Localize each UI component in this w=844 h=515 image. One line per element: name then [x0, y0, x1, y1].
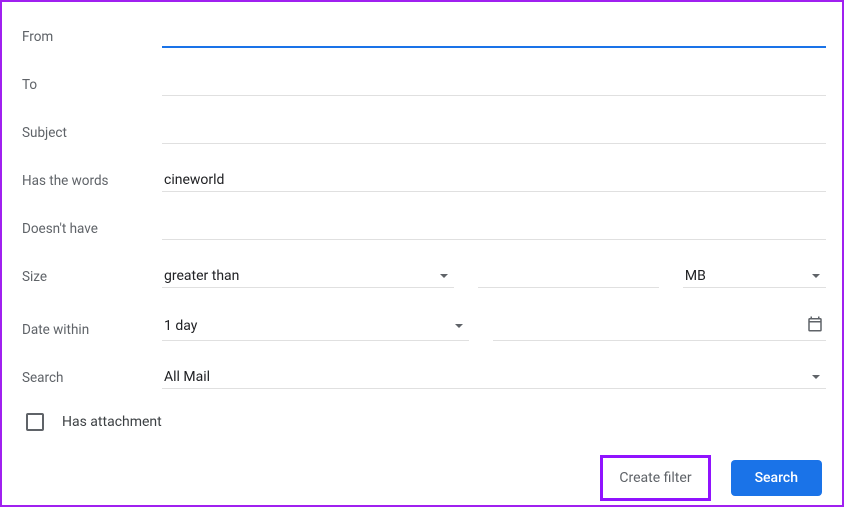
filter-form-container: From To Subject Has the words Doesn't ha [4, 8, 840, 515]
to-input[interactable] [162, 73, 826, 96]
size-row: Size greater than MB [22, 264, 826, 288]
search-row: Search All Mail [22, 365, 826, 389]
search-in-dropdown[interactable]: All Mail [162, 366, 826, 389]
from-input[interactable] [162, 24, 826, 48]
has-words-label: Has the words [22, 173, 162, 192]
doesnt-have-input[interactable] [162, 217, 826, 240]
chevron-down-icon [455, 324, 463, 328]
date-within-value: 1 day [164, 318, 197, 334]
calendar-icon [806, 315, 824, 337]
filter-dialog-outer: From To Subject Has the words Doesn't ha [0, 0, 844, 507]
size-operator-value: greater than [164, 268, 239, 284]
size-unit-dropdown[interactable]: MB [683, 265, 826, 288]
create-filter-button[interactable]: Create filter [605, 460, 705, 496]
doesnt-have-label: Doesn't have [22, 221, 162, 240]
subject-input[interactable] [162, 121, 826, 144]
subject-row: Subject [22, 120, 826, 144]
to-row: To [22, 72, 826, 96]
size-unit-value: MB [685, 268, 706, 284]
size-value-input[interactable] [478, 265, 659, 288]
has-attachment-row: Has attachment [22, 413, 826, 431]
date-within-label: Date within [22, 322, 162, 341]
has-words-input[interactable] [162, 169, 826, 192]
date-within-dropdown[interactable]: 1 day [162, 312, 469, 341]
subject-label: Subject [22, 125, 162, 144]
search-in-label: Search [22, 370, 162, 389]
from-label: From [22, 29, 162, 48]
search-button[interactable]: Search [731, 460, 822, 496]
from-row: From [22, 24, 826, 48]
chevron-down-icon [440, 274, 448, 278]
search-in-value: All Mail [164, 369, 210, 385]
has-attachment-label: Has attachment [62, 414, 162, 430]
date-range-field[interactable] [493, 312, 826, 341]
has-attachment-checkbox[interactable] [26, 413, 44, 431]
create-filter-highlight: Create filter [600, 455, 710, 501]
size-label: Size [22, 269, 162, 288]
date-within-row: Date within 1 day [22, 312, 826, 341]
button-row: Create filter Search [22, 455, 826, 501]
has-words-row: Has the words [22, 168, 826, 192]
chevron-down-icon [812, 375, 820, 379]
to-label: To [22, 77, 162, 96]
size-operator-dropdown[interactable]: greater than [162, 265, 454, 288]
doesnt-have-row: Doesn't have [22, 216, 826, 240]
chevron-down-icon [812, 274, 820, 278]
